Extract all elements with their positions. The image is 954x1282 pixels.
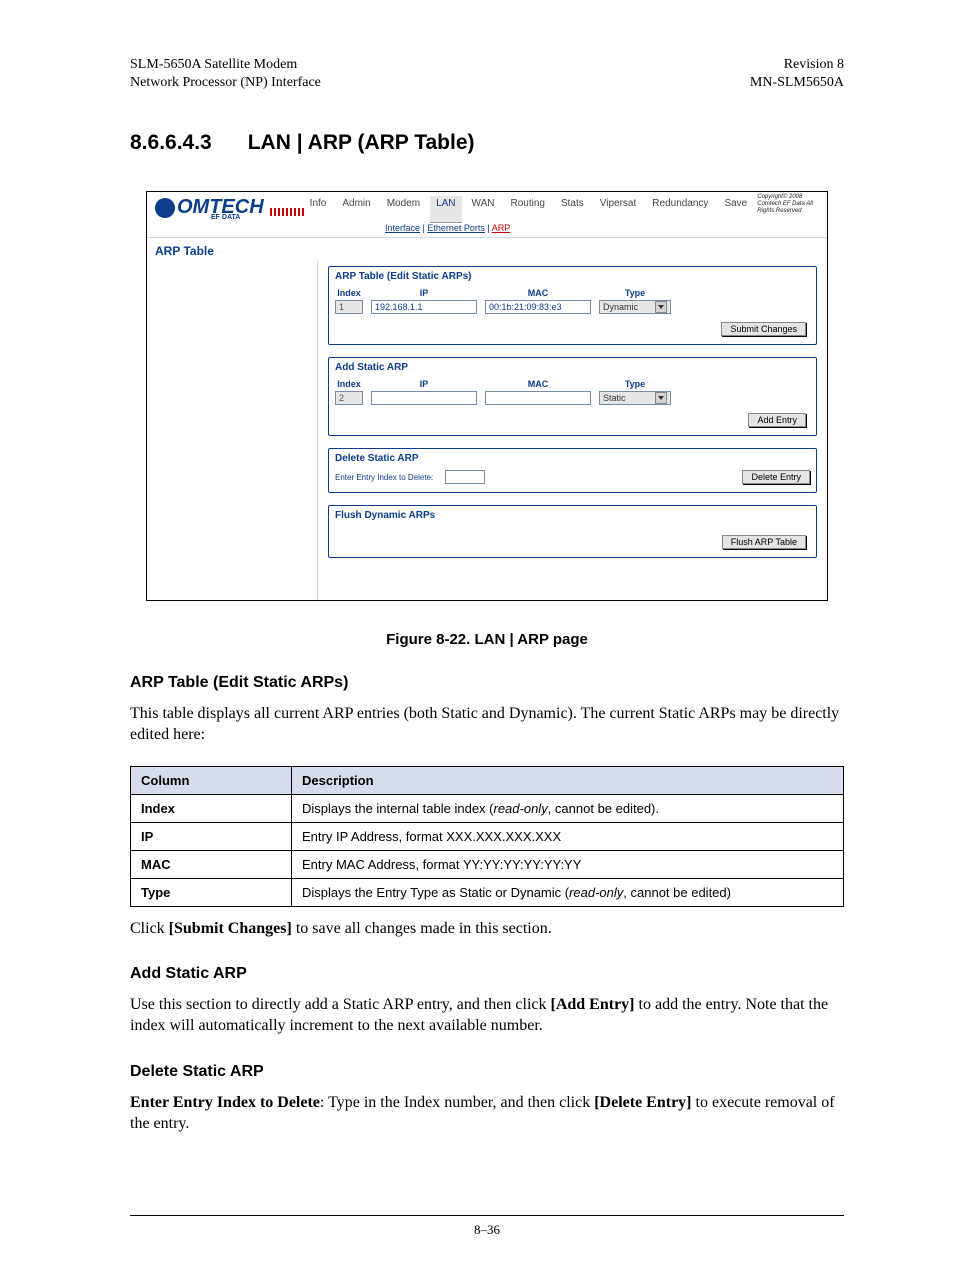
add-type-value: Static bbox=[603, 393, 626, 403]
tab-info[interactable]: Info bbox=[304, 196, 333, 223]
main-tabs: Info Admin Modem LAN WAN Routing Stats V… bbox=[304, 192, 754, 223]
table-row: MAC Entry MAC Address, format YY:YY:YY:Y… bbox=[131, 850, 844, 878]
para-arp-table-edit: This table displays all current ARP entr… bbox=[130, 704, 844, 746]
col-ip: IP bbox=[371, 288, 477, 298]
section-heading: 8.6.6.4.3 LAN | ARP (ARP Table) bbox=[130, 131, 844, 155]
panel1-title: ARP Table (Edit Static ARPs) bbox=[329, 267, 816, 288]
para-delete-static-arp: Enter Entry Index to Delete: Type in the… bbox=[130, 1093, 844, 1135]
comtech-logo: OMTECH EF DATA bbox=[147, 192, 304, 223]
tab-admin[interactable]: Admin bbox=[336, 196, 376, 223]
section-number: 8.6.6.4.3 bbox=[130, 131, 212, 155]
heading-arp-table-edit: ARP Table (Edit Static ARPs) bbox=[130, 674, 844, 692]
section-title: LAN | ARP (ARP Table) bbox=[248, 131, 475, 155]
cell-index-label: Index bbox=[131, 794, 292, 822]
table-row: Type Displays the Entry Type as Static o… bbox=[131, 878, 844, 906]
column-description-table: Column Description Index Displays the in… bbox=[130, 766, 844, 907]
arp-page-screenshot: OMTECH EF DATA Info Admin Modem LAN WAN … bbox=[146, 191, 828, 601]
col-type: Type bbox=[599, 379, 671, 389]
cell-mac-label: MAC bbox=[131, 850, 292, 878]
edit-mac-field[interactable] bbox=[485, 300, 591, 314]
col-ip: IP bbox=[371, 379, 477, 389]
subtab-interface[interactable]: Interface bbox=[385, 223, 420, 233]
add-mac-field[interactable] bbox=[485, 391, 591, 405]
cell-type-label: Type bbox=[131, 878, 292, 906]
add-ip-field[interactable] bbox=[371, 391, 477, 405]
panel-add-static-arp: Add Static ARP Index IP MAC Type Static bbox=[328, 357, 817, 436]
para-add-static-arp: Use this section to directly add a Stati… bbox=[130, 995, 844, 1037]
delete-entry-button[interactable]: Delete Entry bbox=[742, 470, 810, 484]
subtab-arp[interactable]: ARP bbox=[492, 223, 511, 233]
col-mac: MAC bbox=[485, 288, 591, 298]
delete-index-field[interactable] bbox=[445, 470, 485, 484]
tab-vipersat[interactable]: Vipersat bbox=[594, 196, 643, 223]
heading-add-static-arp: Add Static ARP bbox=[130, 965, 844, 983]
panel3-title: Delete Static ARP bbox=[329, 449, 816, 470]
panel-edit-static-arps: ARP Table (Edit Static ARPs) Index IP MA… bbox=[328, 266, 817, 345]
edit-ip-field[interactable] bbox=[371, 300, 477, 314]
lan-subtabs: Interface | Ethernet Ports | ARP bbox=[385, 223, 827, 237]
chevron-down-icon bbox=[655, 392, 667, 404]
hdr-left-2: Network Processor (NP) Interface bbox=[130, 74, 321, 92]
tab-redundancy[interactable]: Redundancy bbox=[646, 196, 714, 223]
edit-type-select[interactable]: Dynamic bbox=[599, 300, 671, 314]
sidebar bbox=[147, 260, 318, 600]
th-column: Column bbox=[131, 766, 292, 794]
add-type-select[interactable]: Static bbox=[599, 391, 671, 405]
page-header: SLM-5650A Satellite Modem Network Proces… bbox=[130, 56, 844, 91]
edit-type-value: Dynamic bbox=[603, 302, 638, 312]
globe-icon bbox=[155, 198, 175, 218]
th-description: Description bbox=[292, 766, 844, 794]
col-type: Type bbox=[599, 288, 671, 298]
hdr-right-2: MN-SLM5650A bbox=[750, 74, 844, 92]
col-index: Index bbox=[335, 379, 363, 389]
edit-index-field bbox=[335, 300, 363, 314]
tab-stats[interactable]: Stats bbox=[555, 196, 590, 223]
page-footer: 8–36 bbox=[130, 1215, 844, 1238]
sidebar-title: ARP Table bbox=[147, 237, 827, 260]
hdr-left-1: SLM-5650A Satellite Modem bbox=[130, 56, 321, 74]
add-index-field bbox=[335, 391, 363, 405]
tab-modem[interactable]: Modem bbox=[381, 196, 426, 223]
figure-caption: Figure 8-22. LAN | ARP page bbox=[130, 631, 844, 648]
subtab-ethernet-ports[interactable]: Ethernet Ports bbox=[427, 223, 485, 233]
tab-save[interactable]: Save bbox=[718, 196, 753, 223]
hdr-right-1: Revision 8 bbox=[750, 56, 844, 74]
tab-lan[interactable]: LAN bbox=[430, 196, 461, 223]
delete-label: Enter Entry Index to Delete: bbox=[335, 473, 437, 482]
tab-wan[interactable]: WAN bbox=[466, 196, 501, 223]
copyright-text: Copyright© 2008 Comtech EF Data All Righ… bbox=[753, 192, 827, 223]
table-row: Index Displays the internal table index … bbox=[131, 794, 844, 822]
panel-delete-static-arp: Delete Static ARP Enter Entry Index to D… bbox=[328, 448, 817, 493]
add-entry-button[interactable]: Add Entry bbox=[748, 413, 806, 427]
cell-ip-desc: Entry IP Address, format XXX.XXX.XXX.XXX bbox=[292, 822, 844, 850]
heading-delete-static-arp: Delete Static ARP bbox=[130, 1063, 844, 1081]
panel-flush-dynamic-arps: Flush Dynamic ARPs Flush ARP Table bbox=[328, 505, 817, 558]
tab-routing[interactable]: Routing bbox=[505, 196, 551, 223]
col-index: Index bbox=[335, 288, 363, 298]
cell-ip-label: IP bbox=[131, 822, 292, 850]
logo-subtext: EF DATA bbox=[211, 214, 240, 221]
cell-index-desc: Displays the internal table index (read-… bbox=[292, 794, 844, 822]
logo-bars-icon bbox=[270, 208, 304, 216]
panel4-title: Flush Dynamic ARPs bbox=[329, 506, 816, 527]
cell-type-desc: Displays the Entry Type as Static or Dyn… bbox=[292, 878, 844, 906]
flush-arp-table-button[interactable]: Flush ARP Table bbox=[722, 535, 806, 549]
submit-changes-button[interactable]: Submit Changes bbox=[721, 322, 806, 336]
chevron-down-icon bbox=[655, 301, 667, 313]
para-submit-changes: Click [Submit Changes] to save all chang… bbox=[130, 919, 844, 940]
col-mac: MAC bbox=[485, 379, 591, 389]
panel2-title: Add Static ARP bbox=[329, 358, 816, 379]
cell-mac-desc: Entry MAC Address, format YY:YY:YY:YY:YY… bbox=[292, 850, 844, 878]
table-row: IP Entry IP Address, format XXX.XXX.XXX.… bbox=[131, 822, 844, 850]
